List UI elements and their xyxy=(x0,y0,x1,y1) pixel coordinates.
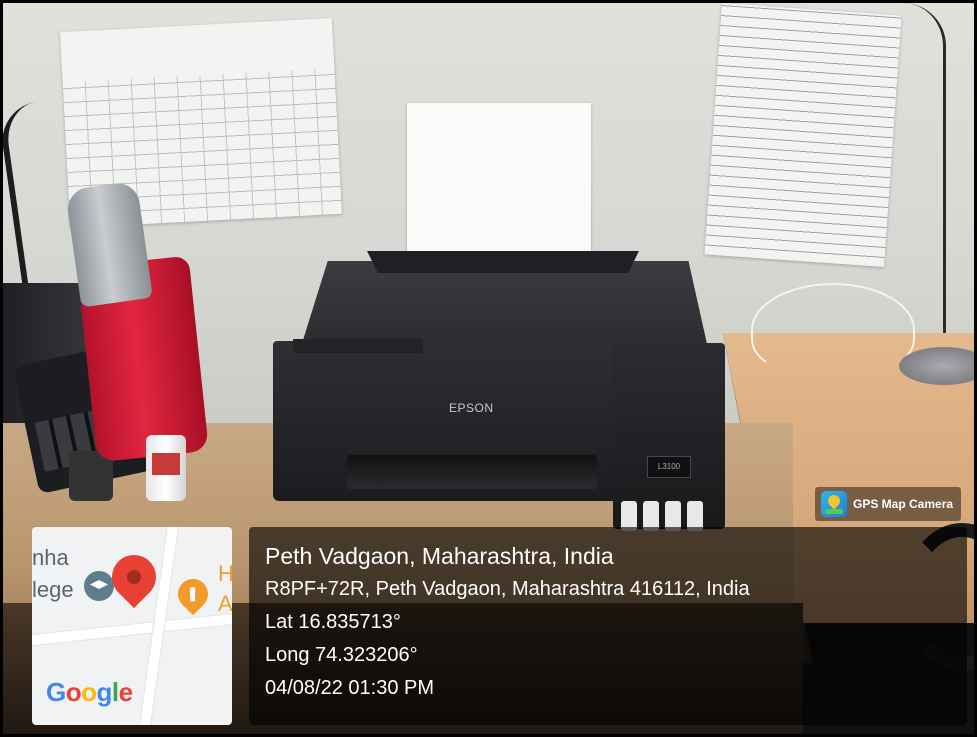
google-logo-letter: e xyxy=(118,677,133,707)
map-label: A xyxy=(218,591,232,616)
latitude-value: Lat 16.835713° xyxy=(265,611,401,633)
printer: EPSON L3100 xyxy=(269,251,729,531)
school-icon xyxy=(84,571,114,601)
google-logo-letter: g xyxy=(96,677,113,707)
app-name: GPS Map Camera xyxy=(853,497,954,511)
printer-model-label: L3100 xyxy=(647,456,691,478)
notice-sheet-right xyxy=(704,3,902,267)
longitude-value: Long 74.323206° xyxy=(265,644,418,666)
map-thumbnail: nha lege H A Google xyxy=(32,527,232,725)
printer-output-slot xyxy=(347,455,597,489)
wall-cable-right xyxy=(903,3,946,333)
bottle-cap xyxy=(65,180,153,308)
printer-control-panel xyxy=(293,339,423,353)
capture-datetime: 04/08/22 01:30 PM xyxy=(265,677,435,699)
usb-cable xyxy=(751,283,915,377)
small-bottle xyxy=(146,435,186,501)
photo-frame: EPSON L3100 GPS Map Camera nha lege H A … xyxy=(0,0,977,737)
gps-map-camera-badge: GPS Map Camera xyxy=(815,487,962,521)
blank-paper-in-printer xyxy=(407,103,591,259)
restaurant-icon xyxy=(171,572,215,616)
google-logo-letter: G xyxy=(46,677,66,707)
google-logo-letter: o xyxy=(81,677,97,707)
map-road xyxy=(32,610,232,648)
gps-map-camera-icon xyxy=(821,491,847,517)
water-bottle xyxy=(65,180,209,467)
google-logo-letter: o xyxy=(65,677,82,707)
google-logo-letter: l xyxy=(111,677,119,707)
map-label: nha xyxy=(32,545,69,570)
location-info-panel: Peth Vadgaon, Maharashtra, India R8PF+72… xyxy=(249,527,967,725)
map-label: lege xyxy=(32,577,74,602)
google-logo: Google xyxy=(46,677,133,708)
location-address: R8PF+72R, Peth Vadgaon, Maharashtra 4161… xyxy=(265,578,750,600)
map-label: H xyxy=(218,561,232,587)
printer-paper-tray xyxy=(367,251,639,273)
location-title: Peth Vadgaon, Maharashtra, India xyxy=(265,543,614,569)
printer-brand: EPSON xyxy=(449,401,494,415)
